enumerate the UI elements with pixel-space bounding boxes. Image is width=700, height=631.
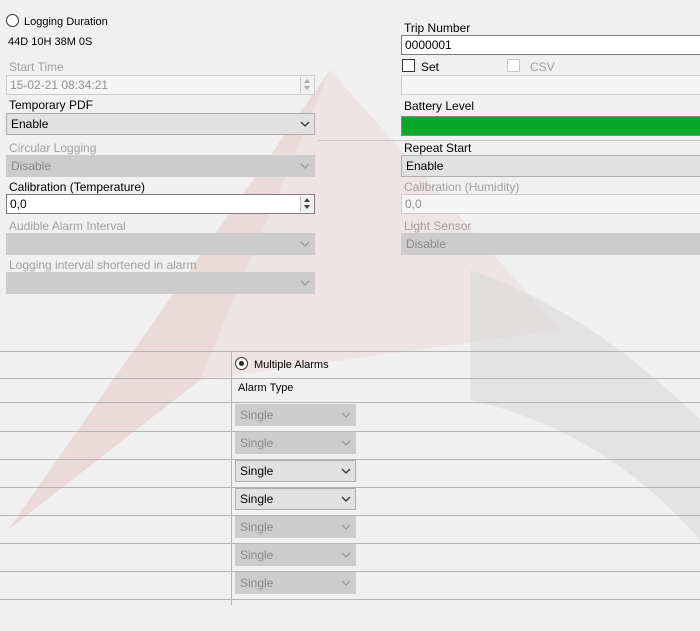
alarm-type-select: Single [235, 432, 356, 454]
chevron-down-icon [341, 468, 351, 474]
alarm-type-value: Single [240, 520, 274, 534]
start-time-value: 15-02-21 08:34:21 [10, 78, 109, 92]
alarms-table-column-divider [231, 351, 232, 605]
chevron-down-icon [341, 440, 351, 446]
csv-checkbox [507, 59, 520, 72]
calibration-temperature-label: Calibration (Temperature) [9, 180, 146, 194]
calibration-humidity-value: 0,0 [405, 197, 422, 211]
alarms-table-row-border [0, 599, 700, 600]
calibration-temperature-input[interactable]: 0,0 [6, 194, 315, 214]
multiple-alarms-label: Multiple Alarms [254, 359, 329, 371]
alarm-type-select: Single [235, 572, 356, 594]
csv-label: CSV [530, 60, 555, 74]
alarm-type-column-header: Alarm Type [238, 382, 294, 394]
alarm-type-value: Single [240, 464, 274, 478]
audible-alarm-interval-select [6, 233, 315, 255]
chevron-down-icon [300, 163, 310, 169]
temporary-pdf-label: Temporary PDF [9, 98, 94, 112]
alarm-type-select: Single [235, 404, 356, 426]
repeat-start-select[interactable]: Enable [401, 155, 700, 177]
chevron-down-icon [300, 280, 310, 286]
section-divider [318, 140, 700, 141]
battery-level-bar [401, 116, 700, 136]
logging-duration-radio[interactable] [6, 14, 19, 27]
start-time-spinner [300, 77, 313, 93]
temporary-pdf-select[interactable]: Enable [6, 113, 315, 135]
alarm-type-value: Single [240, 436, 274, 450]
audible-alarm-interval-label: Audible Alarm Interval [9, 219, 126, 233]
alarm-type-select[interactable]: Single [235, 488, 356, 510]
set-value-field [401, 75, 700, 95]
alarm-type-value: Single [240, 576, 274, 590]
repeat-start-value: Enable [406, 159, 444, 173]
alarms-table-row-border [0, 402, 700, 403]
logging-duration-value: 44D 10H 38M 0S [8, 36, 93, 48]
alarm-type-select: Single [235, 544, 356, 566]
set-checkbox[interactable] [402, 59, 415, 72]
multiple-alarms-radio[interactable] [235, 357, 248, 370]
chevron-down-icon [341, 580, 351, 586]
chevron-down-icon [341, 412, 351, 418]
light-sensor-label: Light Sensor [404, 219, 472, 233]
temporary-pdf-value: Enable [11, 117, 49, 131]
calibration-temperature-value: 0,0 [10, 197, 27, 211]
set-label: Set [421, 60, 440, 74]
alarm-type-value: Single [240, 408, 274, 422]
circular-logging-select: Disable [6, 155, 315, 177]
alarm-type-value: Single [240, 492, 274, 506]
alarm-type-select[interactable]: Single [235, 460, 356, 482]
light-sensor-select: Disable [401, 233, 700, 255]
chevron-down-icon [341, 524, 351, 530]
chevron-down-icon [341, 496, 351, 502]
chevron-down-icon [341, 552, 351, 558]
circular-logging-label: Circular Logging [9, 141, 97, 155]
radio-selected-dot [239, 361, 244, 366]
alarms-table-row-border [0, 378, 700, 379]
alarm-type-value: Single [240, 548, 274, 562]
alarms-table-top-border [0, 351, 700, 352]
trip-number-label: Trip Number [404, 21, 471, 35]
logging-duration-label: Logging Duration [24, 16, 108, 28]
chevron-down-icon [300, 121, 310, 127]
circular-logging-value: Disable [11, 159, 52, 173]
calibration-humidity-label: Calibration (Humidity) [404, 180, 520, 194]
logging-interval-shortened-label: Logging interval shortened in alarm [9, 258, 197, 272]
trip-number-value: 0000001 [405, 38, 452, 52]
chevron-down-icon [300, 241, 310, 247]
battery-level-fill [402, 117, 700, 135]
start-time-field: 15-02-21 08:34:21 [6, 75, 315, 95]
logging-interval-shortened-select [6, 272, 315, 294]
light-sensor-value: Disable [406, 237, 447, 251]
calibration-humidity-input: 0,0 [401, 194, 700, 214]
start-time-label: Start Time [9, 60, 64, 74]
repeat-start-label: Repeat Start [404, 141, 472, 155]
calibration-temperature-spinner[interactable] [300, 196, 313, 212]
trip-number-input[interactable]: 0000001 [401, 35, 700, 55]
battery-level-label: Battery Level [404, 99, 475, 113]
alarm-type-select: Single [235, 516, 356, 538]
